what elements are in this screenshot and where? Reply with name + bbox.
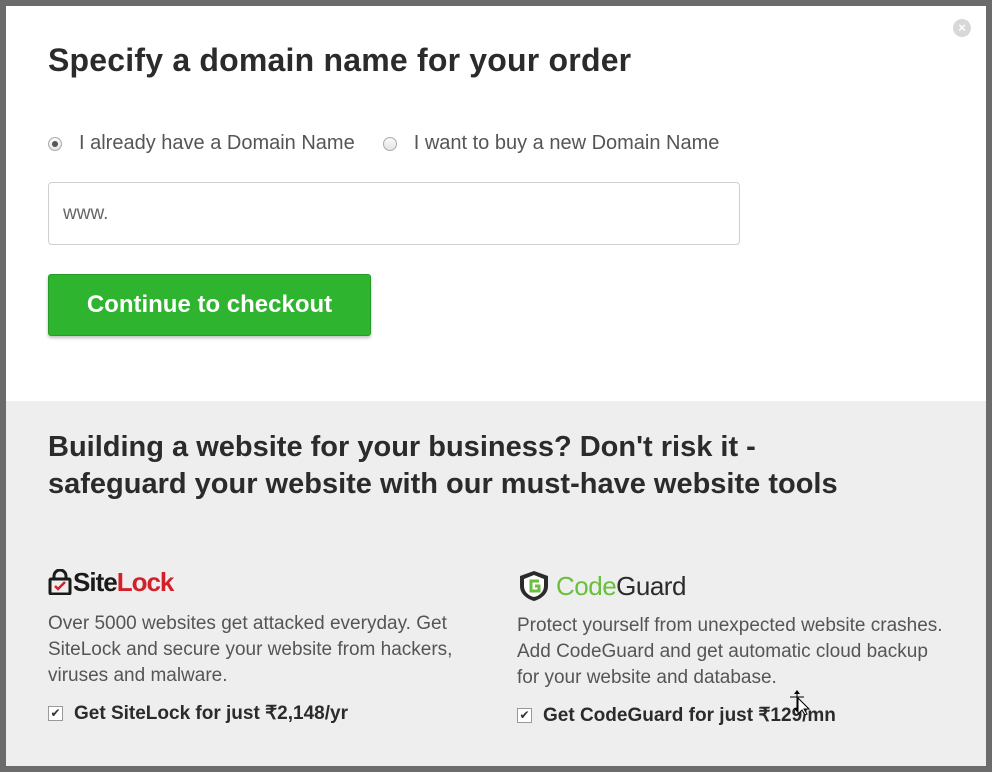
codeguard-offer[interactable]: ✔ Get CodeGuard for just ₹129/mn: [517, 704, 947, 727]
sitelock-logo: Site Lock: [48, 565, 478, 599]
radio-existing-domain-label[interactable]: I already have a Domain Name: [79, 132, 355, 155]
sitelock-offer-label[interactable]: Get SiteLock for just ₹2,148/yr: [74, 702, 348, 725]
sitelock-column: Site Lock Over 5000 websites get attacked…: [48, 565, 478, 725]
sitelock-logo-site: Site: [73, 566, 118, 597]
radio-new-domain[interactable]: I want to buy a new Domain Name: [382, 132, 720, 155]
codeguard-description: Protect yourself from unexpected website…: [517, 615, 943, 688]
radio-new-domain-label[interactable]: I want to buy a new Domain Name: [414, 132, 720, 155]
sitelock-offer[interactable]: ✔ Get SiteLock for just ₹2,148/yr: [48, 702, 478, 725]
close-icon[interactable]: ×: [953, 19, 971, 37]
codeguard-logo-code: Code: [556, 570, 617, 601]
codeguard-column: Code Guard Protect yourself from unexpect…: [517, 569, 947, 727]
radio-button-selected[interactable]: [48, 136, 62, 151]
padlock-icon: [48, 569, 72, 595]
codeguard-logo-guard: Guard: [616, 570, 686, 601]
domain-dialog: × Specify a domain name for your order I…: [6, 6, 986, 766]
promo-section: Building a website for your business? Do…: [6, 401, 986, 766]
radio-existing-domain[interactable]: I already have a Domain Name: [48, 132, 355, 155]
codeguard-offer-label[interactable]: Get CodeGuard for just ₹129/mn: [543, 704, 836, 727]
sitelock-checkbox[interactable]: ✔: [48, 706, 63, 721]
radio-button-unselected[interactable]: [382, 136, 397, 151]
promo-heading: Building a website for your business? Do…: [48, 431, 838, 500]
sitelock-logo-lock: Lock: [116, 566, 175, 597]
shield-icon: [520, 571, 548, 601]
continue-to-checkout-button[interactable]: Continue to checkout: [48, 274, 371, 336]
domain-option-group: I already have a Domain Name I want to b…: [48, 132, 747, 155]
dialog-title: Specify a domain name for your order: [48, 42, 632, 78]
codeguard-logo: Code Guard: [517, 569, 947, 603]
sitelock-description: Over 5000 websites get attacked everyday…: [48, 613, 453, 686]
domain-name-input[interactable]: [48, 182, 740, 245]
codeguard-checkbox[interactable]: ✔: [517, 708, 532, 723]
